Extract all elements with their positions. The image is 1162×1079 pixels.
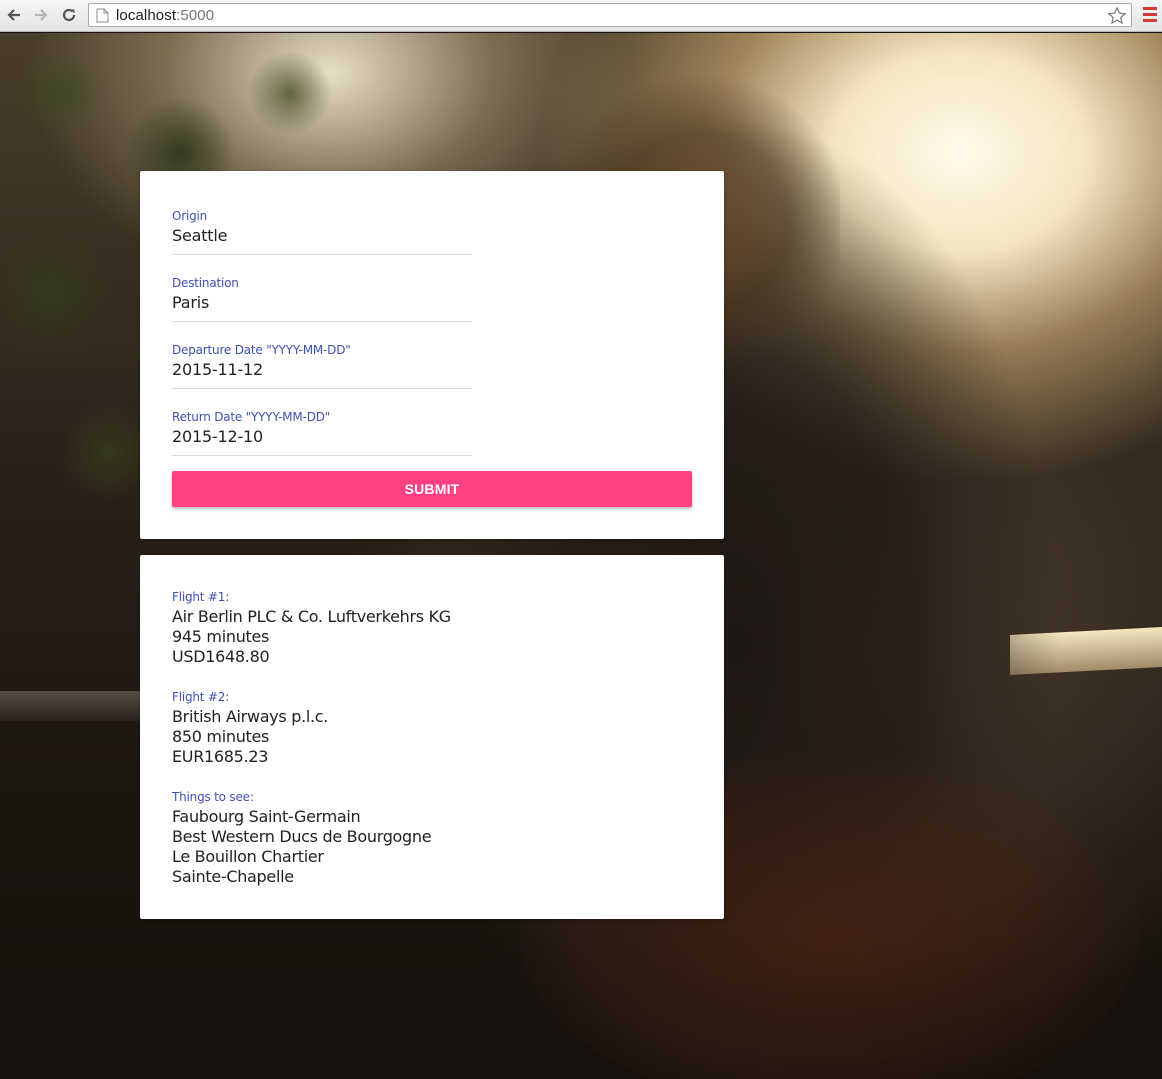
background-railing-left (0, 691, 150, 721)
return-date-field[interactable]: Return Date "YYYY-MM-DD" (172, 410, 472, 456)
menu-bar (1143, 7, 1157, 10)
destination-input[interactable] (172, 290, 472, 314)
attraction-item: Le Bouillon Chartier (172, 847, 324, 866)
origin-label: Origin (172, 209, 208, 223)
forward-arrow-icon (35, 9, 48, 21)
url-port: :5000 (176, 7, 215, 24)
departure-date-input[interactable] (172, 357, 472, 381)
origin-field[interactable]: Origin (172, 209, 472, 255)
url-text: localhost:5000 (116, 7, 214, 24)
flight-1-price: USD1648.80 (172, 647, 270, 666)
flight-2-airline: British Airways p.l.c. (172, 707, 329, 726)
back-button[interactable] (3, 4, 25, 26)
attraction-item: Faubourg Saint-Germain (172, 807, 361, 826)
flight-1-result: Flight #1: Air Berlin PLC & Co. Luftverk… (172, 587, 451, 667)
flight-1-label: Flight #1: (172, 590, 230, 604)
flight-1-airline: Air Berlin PLC & Co. Luftverkehrs KG (172, 607, 451, 626)
things-to-see-label: Things to see: (172, 790, 254, 804)
search-form-card: Origin Destination Departure Date "YYYY-… (140, 171, 724, 539)
submit-button[interactable]: SUBMIT (172, 471, 692, 507)
menu-bar (1143, 13, 1157, 16)
back-arrow-icon (7, 9, 20, 21)
things-to-see: Things to see: Faubourg Saint-Germain Be… (172, 787, 432, 887)
flight-2-duration: 850 minutes (172, 727, 270, 746)
page-icon (96, 8, 109, 23)
destination-field[interactable]: Destination (172, 276, 472, 322)
menu-bar (1143, 19, 1157, 22)
bookmark-star-icon[interactable] (1107, 6, 1127, 26)
browser-toolbar: localhost:5000 (0, 0, 1162, 32)
reload-button[interactable] (58, 4, 80, 26)
flight-2-price: EUR1685.23 (172, 747, 269, 766)
address-bar[interactable]: localhost:5000 (88, 3, 1132, 27)
return-date-label: Return Date "YYYY-MM-DD" (172, 410, 331, 424)
browser-menu-button[interactable] (1143, 7, 1157, 23)
departure-date-field[interactable]: Departure Date "YYYY-MM-DD" (172, 343, 472, 389)
results-card: Flight #1: Air Berlin PLC & Co. Luftverk… (140, 555, 724, 919)
flight-2-label: Flight #2: (172, 690, 230, 704)
departure-date-label: Departure Date "YYYY-MM-DD" (172, 343, 351, 357)
origin-input[interactable] (172, 223, 472, 247)
destination-label: Destination (172, 276, 239, 290)
attraction-item: Best Western Ducs de Bourgogne (172, 827, 432, 846)
return-date-input[interactable] (172, 424, 472, 448)
url-host: localhost (116, 7, 177, 24)
flight-1-duration: 945 minutes (172, 627, 270, 646)
reload-icon (62, 8, 76, 22)
flight-2-result: Flight #2: British Airways p.l.c. 850 mi… (172, 687, 328, 767)
forward-button[interactable] (30, 4, 52, 26)
attraction-item: Sainte-Chapelle (172, 867, 294, 886)
